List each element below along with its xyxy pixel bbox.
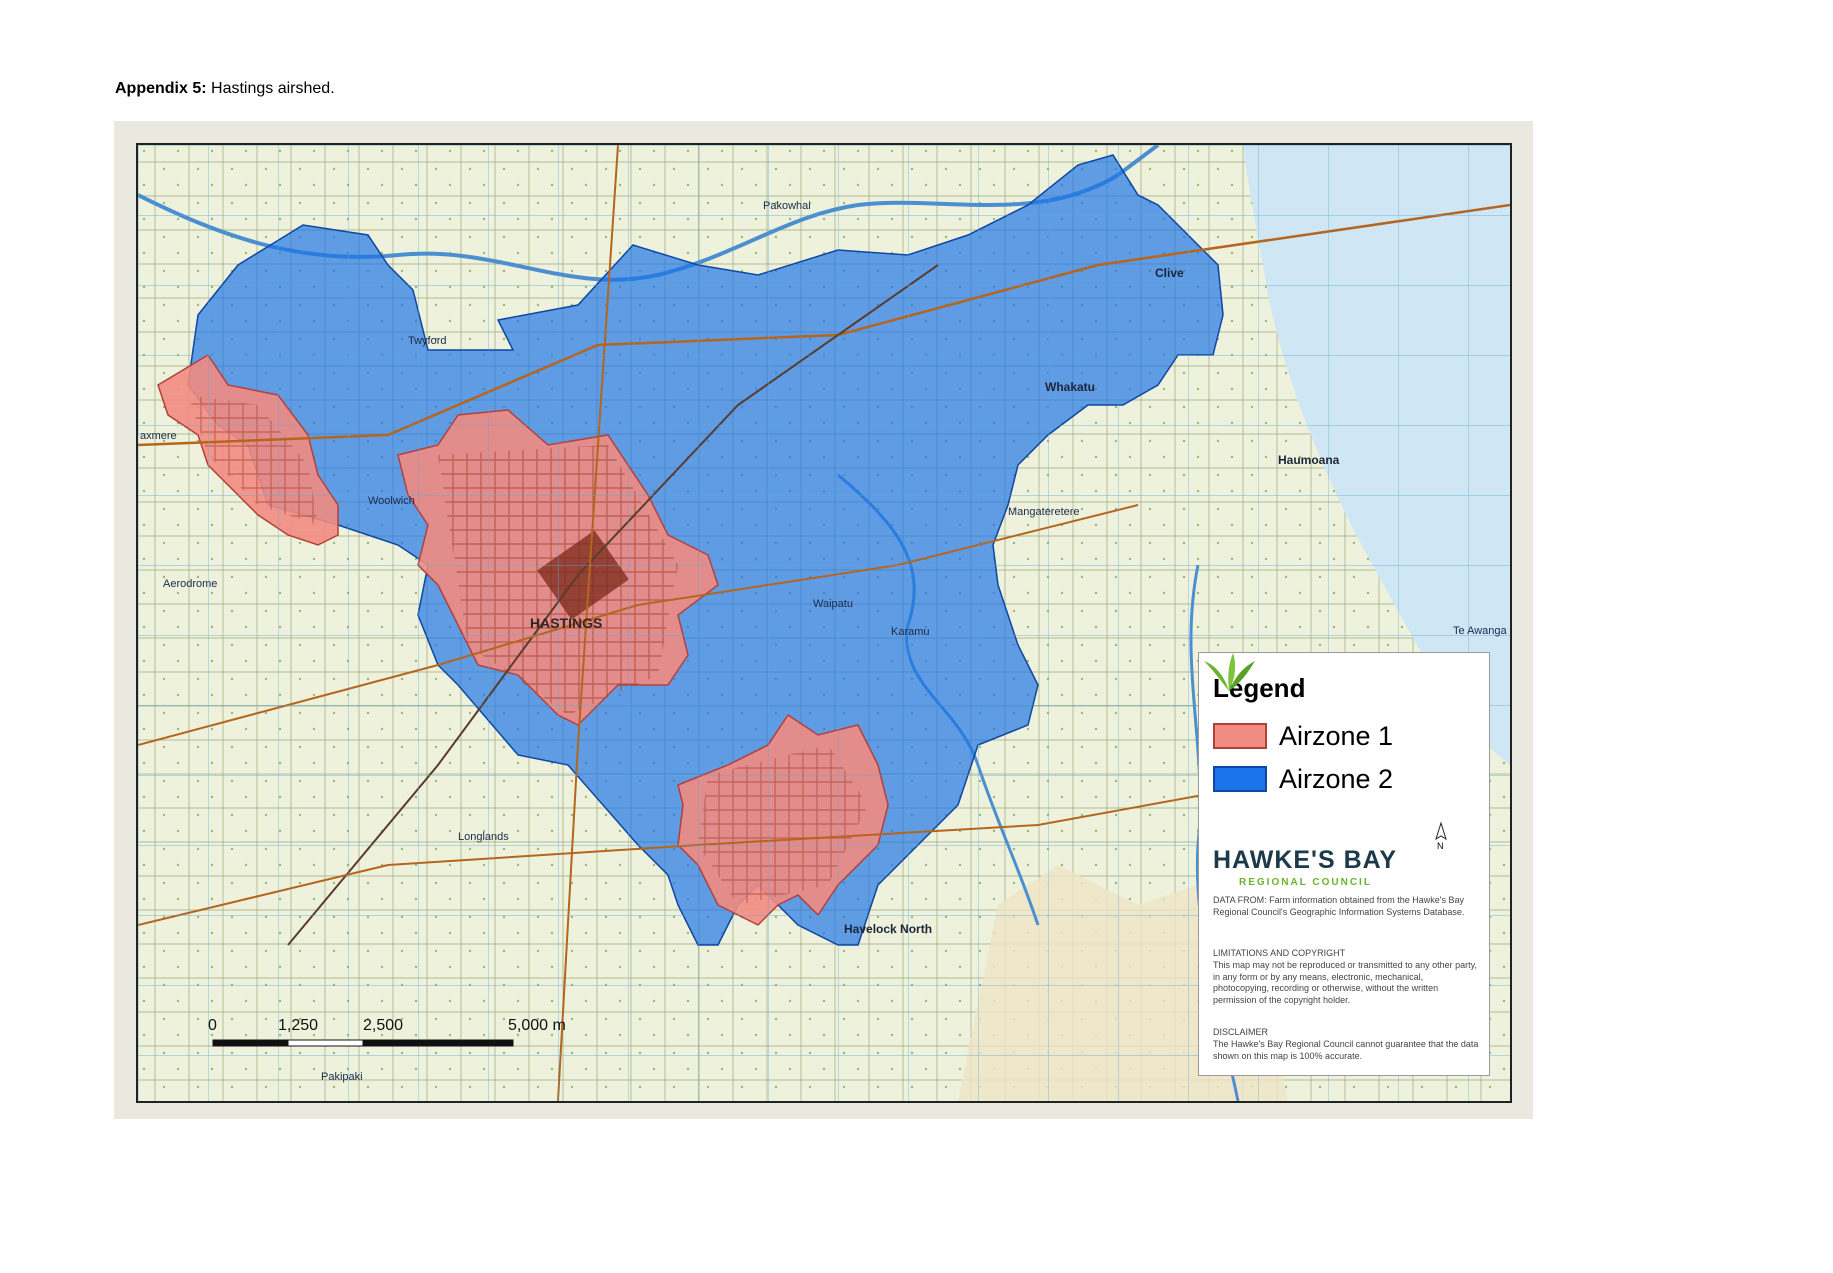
place-haumoana: Haumoana <box>1278 453 1340 467</box>
airshed-map: HASTINGS Havelock North Clive Whakatu Ha… <box>136 143 1512 1103</box>
place-aerodrome: Aerodrome <box>163 578 218 590</box>
note-disclaimer-title: DISCLAIMER <box>1213 1027 1269 1037</box>
scale-bar <box>212 1039 514 1047</box>
place-twyford: Twyford <box>408 335 447 347</box>
legend-label-airzone-1: Airzone 1 <box>1279 721 1394 751</box>
place-hastings: HASTINGS <box>530 615 603 631</box>
logo-subtitle: REGIONAL COUNCIL <box>1239 877 1372 888</box>
scale-label-1250: 1,250 <box>278 1017 319 1034</box>
leaf-logo-icon <box>1204 653 1255 691</box>
caption-text: Hastings airshed. <box>211 80 335 97</box>
logo-name: HAWKE'S BAY <box>1213 846 1398 874</box>
place-woolwich: Woolwich <box>368 495 415 507</box>
legend-swatch-airzone-2 <box>1213 766 1267 792</box>
caption-label: Appendix 5: <box>115 80 207 97</box>
place-waipatu: Waipatu <box>813 598 853 610</box>
place-karamu: Karamu <box>891 626 930 638</box>
place-pakipaki: Pakipaki <box>321 1071 363 1083</box>
place-longlands: Longlands <box>458 831 509 843</box>
scale-label-0: 0 <box>208 1017 217 1034</box>
north-label: N <box>1437 841 1444 851</box>
place-whakatu: Whakatu <box>1045 380 1096 394</box>
map-legend: Legend Airzone 1 Airzone 2 HAWKE'S BAY R… <box>1198 652 1490 1076</box>
figure-caption: Appendix 5: Hastings airshed. <box>115 80 335 98</box>
scale-label-2500: 2,500 <box>363 1017 404 1034</box>
place-te-awanga: Te Awanga <box>1453 625 1507 637</box>
note-disclaimer: The Hawke's Bay Regional Council cannot … <box>1213 1039 1479 1061</box>
note-limitations-title: LIMITATIONS AND COPYRIGHT <box>1213 948 1346 958</box>
legend-swatch-airzone-1 <box>1213 723 1267 749</box>
place-clive: Clive <box>1155 266 1184 280</box>
place-mangateretere: Mangateretere <box>1008 506 1080 518</box>
note-data-from: DATA FROM: Farm information obtained fro… <box>1213 895 1465 917</box>
note-limitations: This map may not be reproduced or transm… <box>1213 960 1477 1005</box>
legend-label-airzone-2: Airzone 2 <box>1279 764 1394 794</box>
place-havelock-north: Havelock North <box>844 922 933 936</box>
scale-label-5000: 5,000 m <box>508 1017 566 1034</box>
place-pakowhai: Pakowhai <box>763 200 811 212</box>
place-flaxmere: axmere <box>140 430 177 442</box>
